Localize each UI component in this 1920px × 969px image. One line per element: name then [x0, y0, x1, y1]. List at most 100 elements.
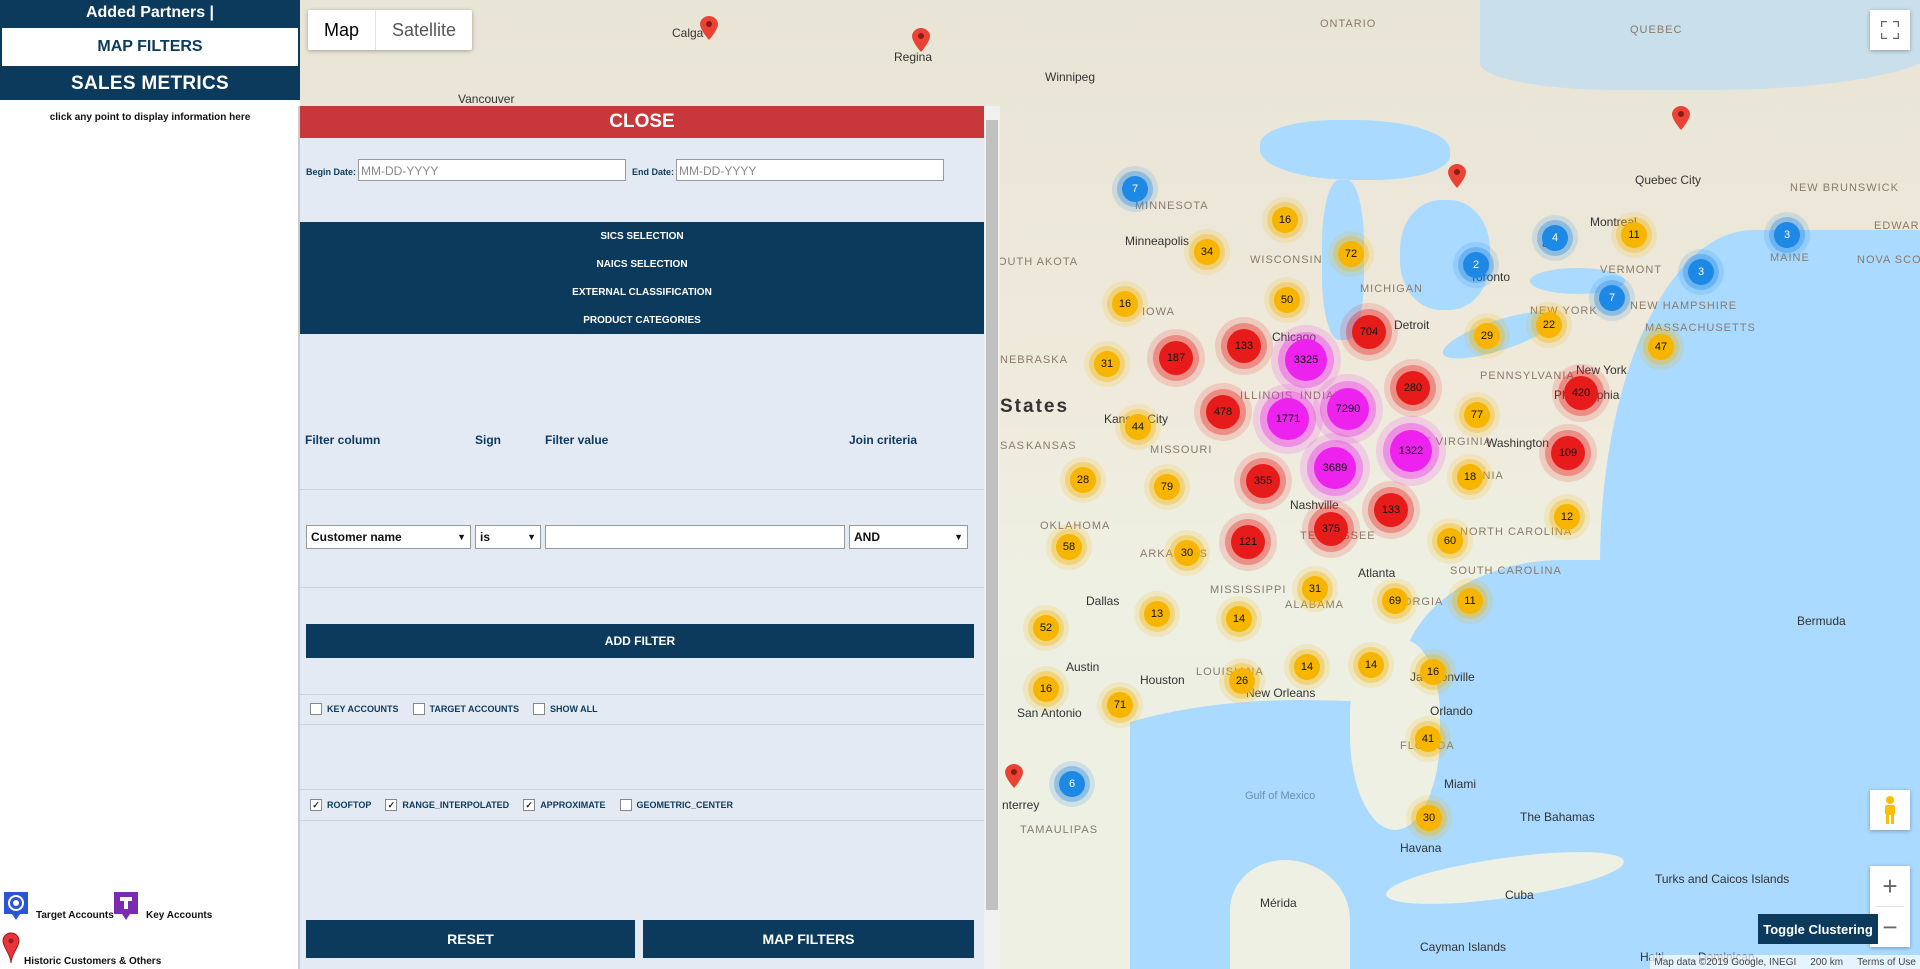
- cluster-marker[interactable]: 71: [1107, 692, 1133, 718]
- place-label-massachusetts: MASSACHUSETTS: [1645, 322, 1756, 334]
- map-filters-button[interactable]: MAP FILTERS: [643, 920, 974, 958]
- approximate-checkbox[interactable]: ✓: [523, 799, 536, 811]
- filter-column-select[interactable]: Customer name ▼: [306, 525, 471, 549]
- cluster-marker[interactable]: 13: [1144, 601, 1170, 627]
- cluster-marker[interactable]: 77: [1464, 402, 1490, 428]
- map-pin[interactable]: [700, 16, 718, 40]
- cluster-marker[interactable]: 121: [1231, 525, 1265, 559]
- cluster-marker[interactable]: 133: [1227, 329, 1261, 363]
- geometric-center-checkbox[interactable]: [619, 799, 632, 811]
- map-pin[interactable]: [1005, 764, 1023, 788]
- map-pin[interactable]: [1448, 164, 1466, 188]
- cluster-marker[interactable]: 355: [1246, 464, 1280, 498]
- cluster-marker[interactable]: 14: [1358, 652, 1384, 678]
- fullscreen-button[interactable]: [1870, 10, 1910, 50]
- place-label-iowa: IOWA: [1142, 306, 1175, 318]
- cluster-marker[interactable]: 50: [1274, 287, 1300, 313]
- cluster-marker[interactable]: 16: [1033, 676, 1059, 702]
- external-classification-toggle[interactable]: EXTERNAL CLASSIFICATION: [300, 278, 984, 306]
- zoom-in-button[interactable]: +: [1870, 866, 1910, 906]
- cluster-marker[interactable]: 22: [1536, 312, 1562, 338]
- cluster-marker[interactable]: 28: [1070, 467, 1096, 493]
- sign-select[interactable]: is ▼: [475, 525, 541, 549]
- divider: [300, 489, 984, 490]
- begin-date-input[interactable]: MM-DD-YYYY: [358, 159, 626, 181]
- cluster-marker[interactable]: 31: [1302, 576, 1328, 602]
- cluster-marker[interactable]: 7290: [1327, 388, 1369, 430]
- cluster-marker[interactable]: 52: [1033, 615, 1059, 641]
- cluster-marker[interactable]: 7: [1599, 285, 1625, 311]
- cluster-marker[interactable]: 14: [1294, 654, 1320, 680]
- close-button[interactable]: CLOSE: [300, 106, 984, 138]
- cluster-marker[interactable]: 30: [1174, 540, 1200, 566]
- cluster-marker[interactable]: 7: [1122, 176, 1148, 202]
- street-view-pegman[interactable]: [1870, 790, 1910, 830]
- cluster-marker[interactable]: 109: [1551, 436, 1585, 470]
- cluster-marker[interactable]: 44: [1125, 414, 1151, 440]
- cluster-marker[interactable]: 1771: [1267, 398, 1309, 440]
- cluster-marker[interactable]: 16: [1112, 291, 1138, 317]
- cluster-marker[interactable]: 478: [1206, 395, 1240, 429]
- cluster-marker[interactable]: 60: [1437, 528, 1463, 554]
- target-accounts-checkbox[interactable]: [412, 703, 425, 715]
- cluster-marker[interactable]: 1322: [1390, 430, 1432, 472]
- cluster-marker[interactable]: 14: [1226, 606, 1252, 632]
- cluster-marker[interactable]: 12: [1554, 504, 1580, 530]
- cluster-marker[interactable]: 420: [1564, 376, 1598, 410]
- added-partners-button[interactable]: Added Partners |: [0, 0, 300, 26]
- map-type-map-button[interactable]: Map: [308, 10, 375, 50]
- naics-selection-toggle[interactable]: NAICS SELECTION: [300, 250, 984, 278]
- rooftop-checkbox[interactable]: ✓: [310, 799, 322, 811]
- cluster-marker[interactable]: 31: [1094, 351, 1120, 377]
- panel-scrollbar[interactable]: [984, 106, 1000, 969]
- cluster-marker[interactable]: 58: [1056, 534, 1082, 560]
- map-filters-tab[interactable]: MAP FILTERS: [0, 26, 300, 68]
- range-interpolated-checkbox[interactable]: ✓: [385, 799, 398, 811]
- map-pin[interactable]: [1672, 106, 1690, 130]
- cluster-marker[interactable]: 72: [1338, 241, 1364, 267]
- toggle-clustering-button[interactable]: Toggle Clustering: [1758, 914, 1878, 944]
- product-categories-toggle[interactable]: PRODUCT CATEGORIES: [300, 306, 984, 334]
- show-all-checkbox[interactable]: [533, 703, 546, 715]
- cluster-marker[interactable]: 6: [1059, 771, 1085, 797]
- cluster-marker[interactable]: 3: [1774, 222, 1800, 248]
- cluster-marker[interactable]: 3: [1688, 259, 1714, 285]
- end-date-input[interactable]: MM-DD-YYYY: [676, 159, 944, 181]
- cluster-marker[interactable]: 280: [1396, 371, 1430, 405]
- cluster-marker[interactable]: 18: [1457, 464, 1483, 490]
- cluster-marker[interactable]: 30: [1416, 805, 1442, 831]
- cluster-marker[interactable]: 4: [1542, 225, 1568, 251]
- cluster-marker[interactable]: 34: [1194, 239, 1220, 265]
- filter-value-input[interactable]: [545, 525, 845, 549]
- cluster-marker[interactable]: 26: [1229, 668, 1255, 694]
- place-label-merida: Mérida: [1260, 896, 1297, 910]
- sales-metrics-button[interactable]: SALES METRICS: [0, 68, 300, 100]
- cluster-marker[interactable]: 11: [1621, 222, 1647, 248]
- cluster-marker[interactable]: 16: [1272, 207, 1298, 233]
- reset-button[interactable]: RESET: [306, 920, 635, 958]
- cluster-marker[interactable]: 79: [1154, 474, 1180, 500]
- cluster-marker[interactable]: 133: [1374, 493, 1408, 527]
- cluster-marker[interactable]: 16: [1420, 659, 1446, 685]
- cluster-marker[interactable]: 41: [1415, 726, 1441, 752]
- join-criteria-select[interactable]: AND ▼: [849, 525, 968, 549]
- key-accounts-checkbox[interactable]: [310, 703, 322, 715]
- sics-selection-toggle[interactable]: SICS SELECTION: [300, 222, 984, 250]
- cluster-marker[interactable]: 69: [1382, 588, 1408, 614]
- map-type-satellite-button[interactable]: Satellite: [375, 10, 472, 50]
- terms-link[interactable]: Terms of Use: [1857, 957, 1916, 968]
- cluster-marker[interactable]: 187: [1159, 341, 1193, 375]
- cluster-marker[interactable]: 11: [1457, 588, 1483, 614]
- cluster-marker[interactable]: 3325: [1285, 339, 1327, 381]
- add-filter-button[interactable]: ADD FILTER: [306, 624, 974, 658]
- cluster-marker[interactable]: 2: [1463, 252, 1489, 278]
- join-criteria-value: AND: [854, 530, 880, 544]
- cluster-marker[interactable]: 29: [1474, 323, 1500, 349]
- cluster-marker[interactable]: 375: [1314, 512, 1348, 546]
- map-pin[interactable]: [912, 28, 930, 52]
- cluster-marker[interactable]: 3689: [1314, 447, 1356, 489]
- scrollbar-thumb[interactable]: [986, 120, 998, 910]
- cluster-marker[interactable]: 47: [1648, 334, 1674, 360]
- map-type-control: Map Satellite: [308, 10, 473, 50]
- cluster-marker[interactable]: 704: [1352, 315, 1386, 349]
